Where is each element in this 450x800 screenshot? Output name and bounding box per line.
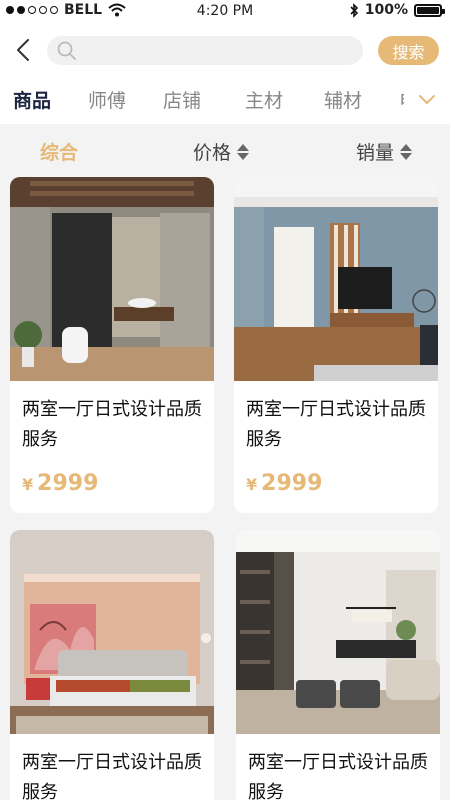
tab-auxiliary-materials[interactable]: 辅材 [324, 86, 362, 113]
product-image-dining-room[interactable] [236, 530, 440, 734]
tab-shops[interactable]: 店铺 [163, 86, 201, 113]
product-image-bathroom[interactable] [10, 177, 214, 381]
product-title[interactable]: 两室一厅日式设计品质服务 [248, 748, 430, 800]
sort-bar: 综合 价格 销量 [0, 124, 450, 174]
product-card[interactable]: 两室一厅日式设计品质服务 [236, 530, 440, 800]
sort-arrows-icon [400, 143, 413, 160]
sort-arrows-icon [237, 143, 250, 160]
currency-symbol: ¥ [246, 475, 258, 494]
chevron-down-icon [419, 95, 435, 104]
product-card[interactable]: 两室一厅日式设计品质服务 [10, 530, 214, 800]
status-right: 100% [349, 2, 445, 18]
price-value: 2999 [37, 471, 99, 496]
back-button[interactable] [10, 36, 36, 64]
sort-sales-label: 销量 [356, 142, 395, 164]
category-tabs: 商品 师傅 店铺 主材 辅材 电 [0, 76, 450, 124]
search-icon [57, 41, 76, 60]
price-value: 2999 [261, 471, 323, 496]
sort-sales[interactable]: 销量 [356, 138, 413, 165]
product-image-bedroom[interactable] [10, 530, 214, 734]
back-arrow-icon [17, 39, 29, 61]
sort-price[interactable]: 价格 [193, 138, 250, 165]
tab-main-materials[interactable]: 主材 [245, 86, 283, 113]
search-button[interactable]: 搜索 [378, 36, 439, 65]
product-card[interactable]: 两室一厅日式设计品质服务 ¥ 2999 [10, 177, 214, 513]
search-input[interactable] [85, 43, 345, 58]
sort-price-label: 价格 [193, 142, 232, 164]
search-box[interactable] [47, 36, 363, 65]
product-title[interactable]: 两室一厅日式设计品质服务 [22, 748, 204, 800]
tab-masters[interactable]: 师傅 [88, 86, 126, 113]
battery-label: 100% [364, 2, 408, 18]
header: 搜索 [0, 24, 450, 76]
product-price: ¥ 2999 [22, 471, 98, 496]
product-image-living-room[interactable] [234, 177, 438, 381]
battery-icon [414, 3, 445, 17]
status-bar: BELL 4:20 PM 100% [0, 0, 450, 24]
expand-tabs-button[interactable] [404, 76, 450, 124]
tab-goods[interactable]: 商品 [13, 86, 51, 113]
product-price: ¥ 2999 [246, 471, 322, 496]
currency-symbol: ¥ [22, 475, 34, 494]
product-title[interactable]: 两室一厅日式设计品质服务 [22, 395, 204, 455]
product-card[interactable]: 两室一厅日式设计品质服务 ¥ 2999 [234, 177, 438, 513]
bluetooth-icon [350, 2, 358, 18]
product-title[interactable]: 两室一厅日式设计品质服务 [246, 395, 428, 455]
sort-comprehensive[interactable]: 综合 [40, 138, 78, 165]
sort-comprehensive-label: 综合 [40, 142, 79, 164]
